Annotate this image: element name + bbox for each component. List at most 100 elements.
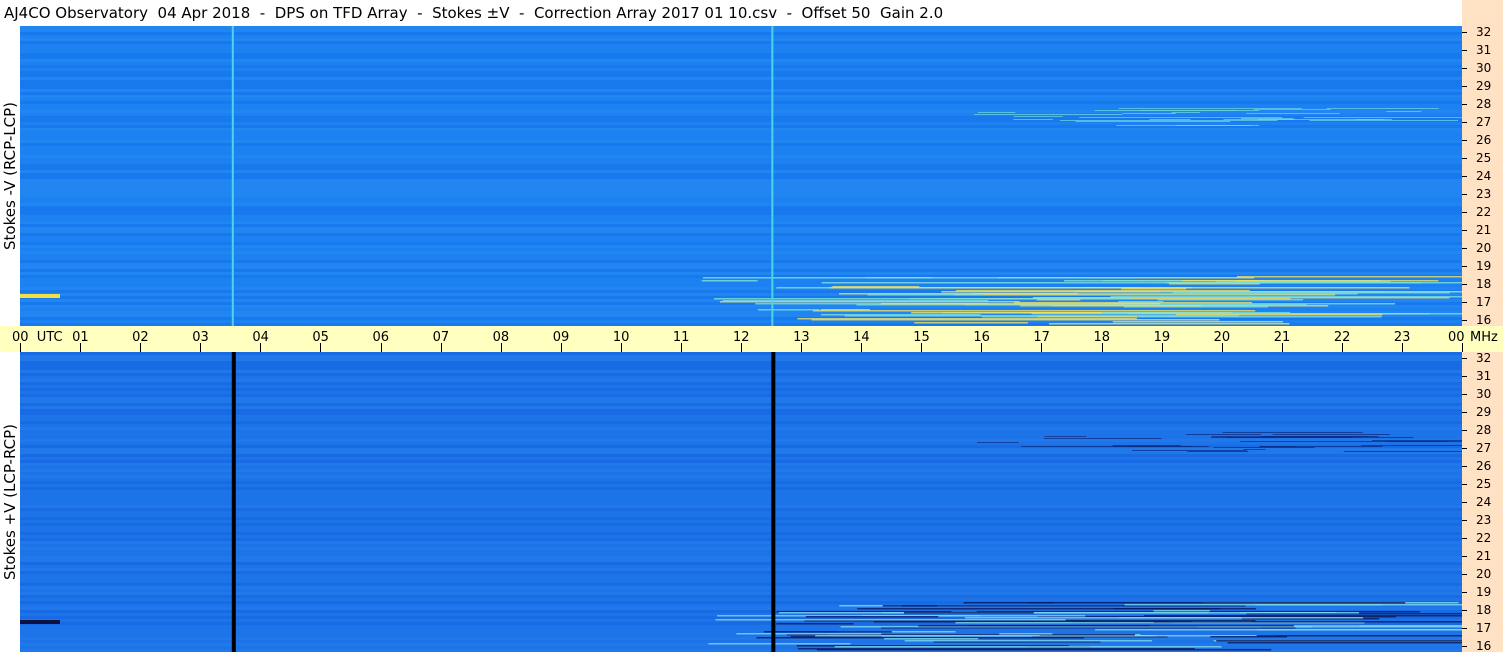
frequency-tick-label: 16 xyxy=(1476,313,1492,327)
frequency-unit-label: MHz xyxy=(1470,330,1498,345)
emission-streak xyxy=(883,638,979,640)
spectrogram-band xyxy=(20,385,1462,388)
emission-streak xyxy=(1119,617,1363,619)
spectrogram-band xyxy=(20,215,1462,218)
spectrogram-band xyxy=(20,577,1462,580)
emission-streak xyxy=(1243,449,1266,450)
emission-streak xyxy=(1227,642,1462,644)
spectrogram-band xyxy=(20,481,1462,484)
emission-streak xyxy=(1256,635,1462,637)
spectrogram-band xyxy=(20,418,1462,421)
spectrogram-band xyxy=(20,403,1462,406)
spectrogram-band xyxy=(20,47,1462,50)
frequency-tick-label: 19 xyxy=(1476,259,1492,273)
frequency-tick-label: 19 xyxy=(1476,585,1492,599)
emission-streak xyxy=(1186,434,1261,435)
top-panel-ylabel: Stokes -V (RCP-LCP) xyxy=(0,26,20,326)
emission-streak xyxy=(1309,120,1458,121)
spectrogram-band xyxy=(20,472,1462,475)
spectrogram-band xyxy=(20,361,1462,364)
emission-streak xyxy=(1245,113,1340,114)
time-tick-label: 04 xyxy=(252,330,269,345)
spectrogram-band xyxy=(20,391,1462,394)
interference-line xyxy=(231,352,236,652)
emission-streak xyxy=(715,619,1066,621)
emission-streak xyxy=(903,612,1034,614)
spectrogram-band xyxy=(20,514,1462,517)
spectrogram-band xyxy=(20,565,1462,568)
emission-streak xyxy=(1118,301,1164,303)
spectrogram-band xyxy=(20,523,1462,526)
emission-streak xyxy=(1013,116,1063,117)
emission-streak xyxy=(797,318,1137,320)
frequency-tick xyxy=(1462,86,1467,87)
spectrogram-band xyxy=(20,559,1462,562)
frequency-tick xyxy=(1462,520,1467,521)
emission-streak xyxy=(1153,610,1210,612)
spectrogram-band xyxy=(20,140,1462,143)
frequency-tick-label: 26 xyxy=(1476,133,1492,147)
spectrogram-band xyxy=(20,442,1462,445)
emission-streak xyxy=(1259,446,1383,447)
frequency-tick-label: 21 xyxy=(1476,549,1492,563)
emission-streak xyxy=(1048,323,1290,325)
spectrogram-band xyxy=(20,200,1462,203)
spectrogram-band xyxy=(20,263,1462,266)
spectrogram-band xyxy=(20,218,1462,221)
frequency-tick-label: 24 xyxy=(1476,169,1492,183)
frequency-tick xyxy=(1462,140,1467,141)
emission-streak xyxy=(1124,604,1383,606)
emission-streak xyxy=(1132,450,1247,451)
spectrogram-band xyxy=(20,98,1462,101)
frequency-tick xyxy=(1462,230,1467,231)
spectrogram-band xyxy=(20,544,1462,547)
emission-streak xyxy=(701,280,758,282)
spectrogram-band xyxy=(20,164,1462,167)
frequency-tick-label: 29 xyxy=(1476,79,1492,93)
frequency-tick-label: 31 xyxy=(1476,369,1492,383)
spectrogram-band xyxy=(20,86,1462,89)
frequency-tick-label: 21 xyxy=(1476,223,1492,237)
spectrogram-band xyxy=(20,38,1462,41)
spectrogram-band xyxy=(20,517,1462,520)
time-tick-label: 23 xyxy=(1393,330,1411,345)
spectrogram-band xyxy=(20,358,1462,361)
frequency-tick xyxy=(1462,448,1467,449)
time-tick-label: 16 xyxy=(973,330,990,345)
spectrogram-band xyxy=(20,553,1462,556)
frequency-tick xyxy=(1462,502,1467,503)
spectrogram-band xyxy=(20,367,1462,370)
frequency-tick xyxy=(1462,574,1467,575)
spectrogram-band xyxy=(20,56,1462,59)
emission-streak xyxy=(1303,117,1462,118)
spectrogram-band xyxy=(20,520,1462,523)
spectrogram-band xyxy=(20,248,1462,251)
emission-streak xyxy=(816,649,1272,651)
spectrogram-band xyxy=(20,95,1462,98)
spectrogram-band xyxy=(20,227,1462,230)
emission-streak xyxy=(1013,119,1053,120)
spectrogram-band xyxy=(20,59,1462,62)
frequency-tick xyxy=(1462,320,1467,321)
emission-streak xyxy=(1082,287,1410,289)
emission-streak xyxy=(763,631,892,633)
emission-streak xyxy=(1371,440,1462,441)
spectrogram-band xyxy=(20,421,1462,424)
chart-title: AJ4CO Observatory 04 Apr 2018 - DPS on T… xyxy=(0,0,1503,26)
time-tick-label: 10 xyxy=(612,330,630,345)
spectrogram-band xyxy=(20,463,1462,466)
spectrogram-band xyxy=(20,131,1462,134)
spectrogram-band xyxy=(20,173,1462,176)
emission-streak xyxy=(1110,296,1462,298)
time-tick-label: 05 xyxy=(312,330,329,345)
spectrogram-band xyxy=(20,212,1462,215)
spectrogram-band xyxy=(20,598,1462,601)
emission-streak xyxy=(1241,118,1294,119)
time-tick-label: 03 xyxy=(192,330,209,345)
spectrogram-band xyxy=(20,352,1462,355)
spectrogram-band xyxy=(20,155,1462,158)
frequency-tick-label: 18 xyxy=(1476,603,1492,617)
emission-streak xyxy=(722,300,989,302)
frequency-tick-label: 32 xyxy=(1476,25,1492,39)
frequency-tick-label: 16 xyxy=(1476,639,1492,653)
